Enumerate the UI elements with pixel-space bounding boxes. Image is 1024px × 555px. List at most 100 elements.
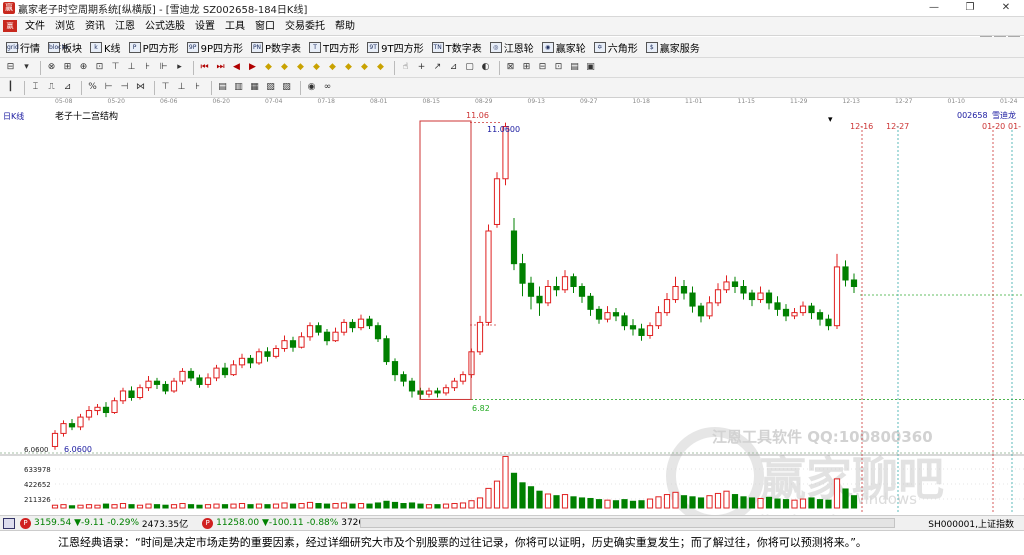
toolbar3-icon-4[interactable]: %: [86, 81, 99, 94]
menu-item-1[interactable]: 浏览: [50, 17, 80, 36]
toolbar-button-1[interactable]: blocks 板块: [48, 40, 82, 55]
volume-bar: [102, 503, 110, 509]
toolbar3-icon-6[interactable]: ⊣: [118, 81, 131, 94]
toolbar2-icon-32[interactable]: ⊡: [552, 61, 565, 74]
toolbar2-icon-34[interactable]: ▣: [584, 61, 597, 74]
toolbar-label-10: 赢家轮: [555, 43, 586, 55]
candle-body: [145, 380, 152, 389]
toolbar2-icon-15[interactable]: ◆: [262, 61, 275, 74]
toolbar2-icon-19[interactable]: ◆: [326, 61, 339, 74]
toolbar3-icon-3[interactable]: ⊿: [61, 81, 74, 94]
toolbar3-icon-13[interactable]: ▦: [248, 81, 261, 94]
toolbar-button-3[interactable]: P P四方形: [128, 40, 179, 55]
toolbar3-icon-0[interactable]: ┃: [4, 81, 17, 94]
sz-index-icon[interactable]: P: [202, 517, 214, 529]
menu-app-icon[interactable]: 赢: [3, 20, 17, 32]
candle-body: [247, 357, 254, 364]
toolbar2-icon-9[interactable]: ⊩: [157, 61, 170, 74]
toolbar2-icon-7[interactable]: ⊥: [125, 61, 138, 74]
menu-item-2[interactable]: 资讯: [80, 17, 110, 36]
minimize-button[interactable]: —: [916, 0, 952, 17]
toolbar3-icon-5[interactable]: ⊢: [102, 81, 115, 94]
toolbar2-icon-10[interactable]: ▸: [173, 61, 186, 74]
toolbar-button-2[interactable]: k K线: [90, 40, 121, 55]
toolbar3-icon-1[interactable]: ⌶: [29, 81, 42, 94]
menu-item-8[interactable]: 交易委托: [280, 17, 330, 36]
toolbar-icon-6: T: [309, 41, 322, 53]
toolbar2-icon-29[interactable]: ⊠: [504, 61, 517, 74]
toolbar2-icon-0[interactable]: ⊟: [4, 61, 17, 74]
menu-item-0[interactable]: 文件: [20, 17, 50, 36]
toolbar3-icon-2[interactable]: ⎍: [45, 81, 58, 94]
menu-item-6[interactable]: 工具: [220, 17, 250, 36]
current-index-label[interactable]: SH000001,上证指数: [928, 517, 1014, 530]
toolbar2-icon-24[interactable]: +: [415, 61, 428, 74]
menu-item-5[interactable]: 设置: [190, 17, 220, 36]
toolbar2-icon-20[interactable]: ◆: [342, 61, 355, 74]
toolbar-button-12[interactable]: $ 赢家服务: [645, 40, 700, 55]
horizontal-scrollbar[interactable]: [360, 518, 895, 528]
toolbar2-icon-27[interactable]: ▢: [463, 61, 476, 74]
toolbar2-icon-12[interactable]: ⏭: [214, 61, 227, 74]
toolbar-button-8[interactable]: TN T数字表: [431, 40, 482, 55]
sh-index-icon[interactable]: P: [20, 517, 31, 529]
toolbar2-icon-6[interactable]: ⊤: [109, 61, 122, 74]
toolbar2-icon-23[interactable]: ☝: [399, 61, 412, 74]
candle-body: [187, 370, 195, 379]
toolbar3-icon-14[interactable]: ▧: [264, 81, 277, 94]
toolbar2-icon-26[interactable]: ⊿: [447, 61, 460, 74]
candle-body: [128, 390, 135, 398]
restore-button[interactable]: ❐: [952, 0, 988, 17]
grid-icon[interactable]: [3, 517, 15, 529]
toolbar3-icon-8[interactable]: ⊤: [159, 81, 172, 94]
toolbar2-icon-13[interactable]: ◀: [230, 61, 243, 74]
toolbar3-icon-15[interactable]: ▨: [280, 81, 293, 94]
toolbar2-icon-14[interactable]: ▶: [246, 61, 259, 74]
toolbar2-icon-16[interactable]: ◆: [278, 61, 291, 74]
menu-item-9[interactable]: 帮助: [330, 17, 360, 36]
toolbar-button-5[interactable]: PN P数字表: [251, 40, 301, 55]
kline-chart-svg[interactable]: 江恩工具软件 QQ:100800360赢家聊吧Windowsjiaoba.vip…: [0, 108, 1024, 533]
toolbar2-icon-21[interactable]: ◆: [358, 61, 371, 74]
toolbar2-icon-28[interactable]: ◐: [479, 61, 492, 74]
menu-item-7[interactable]: 窗口: [250, 17, 280, 36]
toolbar-icon-4: 9P: [186, 41, 199, 53]
toolbar3-icon-11[interactable]: ▤: [216, 81, 229, 94]
toolbar3-icon-12[interactable]: ▥: [232, 81, 245, 94]
toolbar2-icon-8[interactable]: ⊦: [141, 61, 154, 74]
toolbar2-icon-25[interactable]: ↗: [431, 61, 444, 74]
app-logo-icon: 赢: [3, 2, 15, 14]
toolbar-button-0[interactable]: grid 行情: [6, 40, 40, 55]
toolbar2-icon-11[interactable]: ⏮: [198, 61, 211, 74]
toolbar2-icon-31[interactable]: ⊟: [536, 61, 549, 74]
toolbar2-icon-1[interactable]: ▾: [20, 61, 33, 74]
candle-body: [315, 325, 322, 333]
toolbar2-icon-22[interactable]: ◆: [374, 61, 387, 74]
toolbar2-icon-2[interactable]: ⊗: [45, 61, 58, 74]
toolbar-button-9[interactable]: ◎ 江恩轮: [489, 40, 534, 55]
toolbar3-icon-7[interactable]: ⋈: [134, 81, 147, 94]
toolbar-button-7[interactable]: 9T 9T四方形: [367, 40, 424, 55]
toolbar2-icon-5[interactable]: ⊡: [93, 61, 106, 74]
toolbar2-icon-4[interactable]: ⊕: [77, 61, 90, 74]
toolbar3-icon-9[interactable]: ⊥: [175, 81, 188, 94]
kline-chart[interactable]: 江恩工具软件 QQ:100800360赢家聊吧Windowsjiaoba.vip…: [0, 108, 1024, 533]
toolbar2-icon-33[interactable]: ▤: [568, 61, 581, 74]
toolbar-button-4[interactable]: 9P 9P四方形: [186, 40, 243, 55]
candle-body: [791, 312, 798, 317]
toolbar2-icon-18[interactable]: ◆: [310, 61, 323, 74]
toolbar3-icon-17[interactable]: ∞: [321, 81, 334, 94]
toolbar2-icon-3[interactable]: ⊞: [61, 61, 74, 74]
toolbar3-icon-10[interactable]: ⊦: [191, 81, 204, 94]
menu-item-4[interactable]: 公式选股: [140, 17, 190, 36]
menu-item-3[interactable]: 江恩: [110, 17, 140, 36]
toolbar2-icon-30[interactable]: ⊞: [520, 61, 533, 74]
twelve-palace-box[interactable]: [419, 120, 472, 400]
toolbar-button-10[interactable]: ◉ 赢家轮: [541, 40, 586, 55]
main-toolbar: grid 行情 blocks 板块 k K线 P P四方形 9P 9P四方形 PN P数字表 T T四方形…: [0, 37, 1024, 58]
toolbar2-icon-17[interactable]: ◆: [294, 61, 307, 74]
toolbar-button-11[interactable]: ✡ 六角形: [593, 40, 638, 55]
toolbar3-icon-16[interactable]: ◉: [305, 81, 318, 94]
close-button[interactable]: ✕: [988, 0, 1024, 17]
toolbar-button-6[interactable]: T T四方形: [309, 40, 359, 55]
